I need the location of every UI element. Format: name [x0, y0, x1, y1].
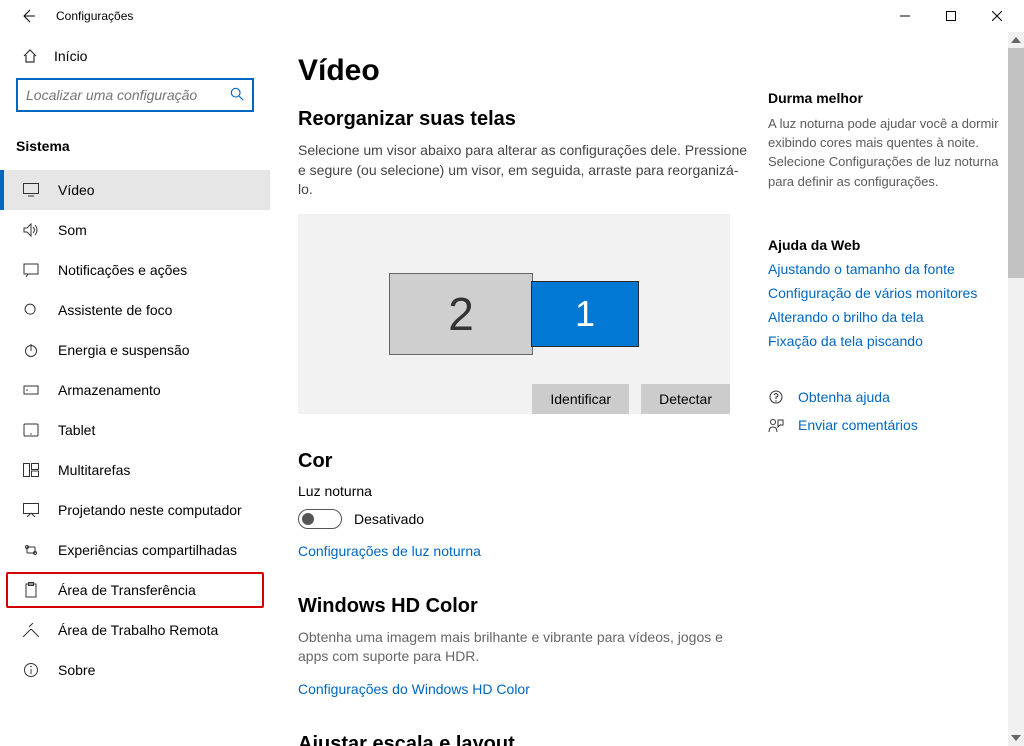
home-button[interactable]: Início	[0, 40, 270, 74]
clipboard-icon	[22, 582, 40, 598]
get-help-link[interactable]: Obtenha ajuda	[768, 389, 1004, 405]
send-feedback-link[interactable]: Enviar comentários	[768, 417, 1004, 433]
sidebar-item-clipboard[interactable]: Área de Transferência	[6, 572, 264, 608]
chevron-down-icon	[1011, 735, 1021, 741]
feedback-icon	[768, 417, 784, 433]
sidebar-item-label: Área de Trabalho Remota	[58, 622, 218, 638]
window-title: Configurações	[56, 9, 133, 23]
maximize-button[interactable]	[928, 0, 974, 32]
window-controls	[882, 0, 1020, 32]
sound-icon	[22, 223, 40, 237]
sidebar-item-label: Vídeo	[58, 182, 95, 198]
search-input[interactable]	[16, 78, 254, 112]
sidebar-item-notifications[interactable]: Notificações e ações	[0, 250, 270, 290]
scroll-up-button[interactable]	[1008, 32, 1024, 48]
chevron-up-icon	[1011, 37, 1021, 43]
help-icon	[768, 389, 784, 405]
storage-icon	[22, 383, 40, 397]
multitask-icon	[22, 463, 40, 477]
right-column: Durma melhor A luz noturna pode ajudar v…	[760, 32, 1024, 746]
close-icon	[992, 11, 1002, 21]
sidebar-item-label: Área de Transferência	[58, 582, 196, 598]
help-link-font-size[interactable]: Ajustando o tamanho da fonte	[768, 261, 1004, 277]
night-light-label: Luz noturna	[298, 483, 760, 499]
sidebar-item-label: Projetando neste computador	[58, 502, 242, 518]
night-light-toggle[interactable]	[298, 509, 342, 529]
feedback-label: Enviar comentários	[798, 417, 918, 433]
nav-list: Vídeo Som Notificações e ações Assistent…	[0, 170, 270, 690]
identify-button[interactable]: Identificar	[532, 384, 629, 414]
monitor-2[interactable]: 2	[389, 273, 533, 355]
search-field[interactable]	[26, 87, 230, 103]
arrow-left-icon	[20, 8, 36, 24]
search-icon	[230, 87, 244, 104]
color-heading: Cor	[298, 450, 760, 473]
display-arrangement[interactable]: 2 1 Identificar Detectar	[298, 214, 730, 414]
sidebar-item-label: Som	[58, 222, 87, 238]
focus-icon	[22, 302, 40, 318]
sidebar-item-label: Energia e suspensão	[58, 342, 190, 358]
notification-icon	[22, 263, 40, 277]
sidebar-item-label: Notificações e ações	[58, 262, 187, 278]
hdcolor-desc: Obtenha uma imagem mais brilhante e vibr…	[298, 628, 748, 667]
page-heading: Vídeo	[298, 54, 760, 88]
minimize-button[interactable]	[882, 0, 928, 32]
sidebar-item-label: Experiências compartilhadas	[58, 542, 237, 558]
get-help-label: Obtenha ajuda	[798, 389, 890, 405]
hdcolor-heading: Windows HD Color	[298, 595, 760, 618]
scroll-down-button[interactable]	[1008, 730, 1024, 746]
display-icon	[22, 183, 40, 197]
night-light-settings-link[interactable]: Configurações de luz noturna	[298, 543, 760, 559]
shared-icon	[22, 543, 40, 557]
home-label: Início	[54, 48, 87, 64]
sidebar-item-tablet[interactable]: Tablet	[0, 410, 270, 450]
help-link-multi-monitor[interactable]: Configuração de vários monitores	[768, 285, 1004, 301]
remote-icon	[22, 623, 40, 637]
rearrange-desc: Selecione um visor abaixo para alterar a…	[298, 141, 748, 200]
rearrange-heading: Reorganizar suas telas	[298, 108, 760, 131]
sidebar-item-multitasking[interactable]: Multitarefas	[0, 450, 270, 490]
back-button[interactable]	[10, 2, 46, 30]
projecting-icon	[22, 503, 40, 517]
sidebar-item-label: Tablet	[58, 422, 95, 438]
sidebar-item-label: Multitarefas	[58, 462, 130, 478]
scrollbar-thumb[interactable]	[1008, 48, 1024, 278]
sidebar-item-about[interactable]: Sobre	[0, 650, 270, 690]
sidebar-item-video[interactable]: Vídeo	[0, 170, 270, 210]
monitor-1[interactable]: 1	[531, 281, 639, 347]
category-title: Sistema	[0, 122, 270, 164]
sleep-better-desc: A luz noturna pode ajudar você a dormir …	[768, 114, 1004, 191]
toggle-state-label: Desativado	[354, 511, 424, 527]
minimize-icon	[900, 11, 910, 21]
scrollbar[interactable]	[1008, 32, 1024, 746]
sidebar-item-remote[interactable]: Área de Trabalho Remota	[0, 610, 270, 650]
main-content: Vídeo Reorganizar suas telas Selecione u…	[270, 32, 760, 746]
help-link-flicker[interactable]: Fixação da tela piscando	[768, 333, 1004, 349]
info-icon	[22, 662, 40, 678]
hdcolor-settings-link[interactable]: Configurações do Windows HD Color	[298, 681, 760, 697]
title-bar: Configurações	[0, 0, 1024, 32]
home-icon	[22, 48, 38, 64]
sidebar-item-focus[interactable]: Assistente de foco	[0, 290, 270, 330]
detect-button[interactable]: Detectar	[641, 384, 730, 414]
sidebar-item-sound[interactable]: Som	[0, 210, 270, 250]
maximize-icon	[946, 11, 956, 21]
web-help-heading: Ajuda da Web	[768, 237, 1004, 253]
sidebar-item-label: Assistente de foco	[58, 302, 172, 318]
tablet-icon	[22, 423, 40, 437]
help-link-list: Ajustando o tamanho da fonte Configuraçã…	[768, 261, 1004, 349]
help-link-brightness[interactable]: Alterando o brilho da tela	[768, 309, 1004, 325]
sidebar-item-power[interactable]: Energia e suspensão	[0, 330, 270, 370]
sidebar-item-label: Armazenamento	[58, 382, 161, 398]
sidebar: Início Sistema Vídeo Som Notificaçõ	[0, 32, 270, 746]
sidebar-item-storage[interactable]: Armazenamento	[0, 370, 270, 410]
power-icon	[22, 342, 40, 358]
sidebar-item-label: Sobre	[58, 662, 95, 678]
sleep-better-heading: Durma melhor	[768, 90, 1004, 106]
sidebar-item-projecting[interactable]: Projetando neste computador	[0, 490, 270, 530]
scale-heading: Ajustar escala e layout	[298, 733, 760, 746]
sidebar-item-shared[interactable]: Experiências compartilhadas	[0, 530, 270, 570]
close-button[interactable]	[974, 0, 1020, 32]
